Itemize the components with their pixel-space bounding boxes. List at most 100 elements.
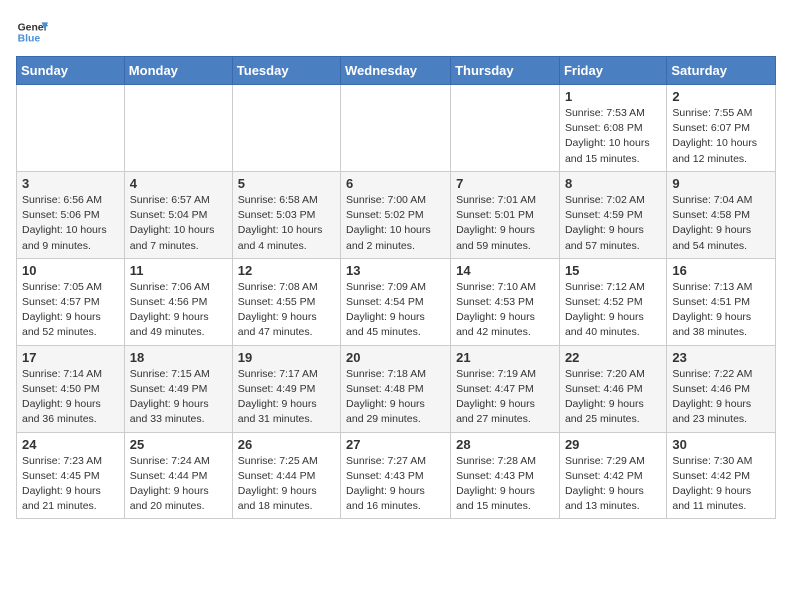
calendar-cell: 26 Sunrise: 7:25 AM Sunset: 4:44 PM Dayli… <box>232 432 340 519</box>
calendar-cell: 29Sunrise: 7:29 AM Sunset: 4:42 PM Dayli… <box>559 432 666 519</box>
day-number: 24 <box>22 437 119 452</box>
day-info: Sunrise: 7:55 AM Sunset: 6:07 PM Dayligh… <box>672 106 770 167</box>
day-info: Sunrise: 6:56 AM Sunset: 5:06 PM Dayligh… <box>22 193 119 254</box>
day-number: 5 <box>238 176 335 191</box>
day-number: 28 <box>456 437 554 452</box>
day-number: 21 <box>456 350 554 365</box>
day-info: Sunrise: 7:25 AM Sunset: 4:44 PM Dayligh… <box>238 454 335 515</box>
calendar-week-row: 24 Sunrise: 7:23 AM Sunset: 4:45 PM Dayli… <box>17 432 776 519</box>
page-header: General Blue <box>16 16 776 48</box>
calendar-cell: 14Sunrise: 7:10 AM Sunset: 4:53 PM Dayli… <box>451 258 560 345</box>
day-number: 18 <box>130 350 227 365</box>
calendar-cell: 3 Sunrise: 6:56 AM Sunset: 5:06 PM Daylig… <box>17 171 125 258</box>
day-info: Sunrise: 6:58 AM Sunset: 5:03 PM Dayligh… <box>238 193 335 254</box>
calendar-cell: 6Sunrise: 7:00 AM Sunset: 5:02 PM Daylig… <box>341 171 451 258</box>
day-info: Sunrise: 7:22 AM Sunset: 4:46 PM Dayligh… <box>672 367 770 428</box>
day-info: Sunrise: 7:10 AM Sunset: 4:53 PM Dayligh… <box>456 280 554 341</box>
calendar-cell: 24 Sunrise: 7:23 AM Sunset: 4:45 PM Dayli… <box>17 432 125 519</box>
day-info: Sunrise: 7:12 AM Sunset: 4:52 PM Dayligh… <box>565 280 661 341</box>
calendar-table: SundayMondayTuesdayWednesdayThursdayFrid… <box>16 56 776 519</box>
day-number: 13 <box>346 263 445 278</box>
calendar-cell <box>17 85 125 172</box>
day-info: Sunrise: 7:17 AM Sunset: 4:49 PM Dayligh… <box>238 367 335 428</box>
day-number: 9 <box>672 176 770 191</box>
calendar-cell: 5 Sunrise: 6:58 AM Sunset: 5:03 PM Daylig… <box>232 171 340 258</box>
day-number: 2 <box>672 89 770 104</box>
day-info: Sunrise: 7:18 AM Sunset: 4:48 PM Dayligh… <box>346 367 445 428</box>
day-number: 22 <box>565 350 661 365</box>
calendar-week-row: 17 Sunrise: 7:14 AM Sunset: 4:50 PM Dayli… <box>17 345 776 432</box>
day-number: 30 <box>672 437 770 452</box>
day-number: 26 <box>238 437 335 452</box>
calendar-week-row: 1 Sunrise: 7:53 AM Sunset: 6:08 PM Daylig… <box>17 85 776 172</box>
day-info: Sunrise: 7:23 AM Sunset: 4:45 PM Dayligh… <box>22 454 119 515</box>
calendar-cell <box>232 85 340 172</box>
day-info: Sunrise: 7:06 AM Sunset: 4:56 PM Dayligh… <box>130 280 227 341</box>
calendar-cell: 30 Sunrise: 7:30 AM Sunset: 4:42 PM Dayli… <box>667 432 776 519</box>
day-number: 4 <box>130 176 227 191</box>
calendar-cell: 10 Sunrise: 7:05 AM Sunset: 4:57 PM Dayli… <box>17 258 125 345</box>
day-info: Sunrise: 7:24 AM Sunset: 4:44 PM Dayligh… <box>130 454 227 515</box>
calendar-cell: 16 Sunrise: 7:13 AM Sunset: 4:51 PM Dayli… <box>667 258 776 345</box>
day-info: Sunrise: 7:53 AM Sunset: 6:08 PM Dayligh… <box>565 106 661 167</box>
calendar-cell: 27 Sunrise: 7:27 AM Sunset: 4:43 PM Dayli… <box>341 432 451 519</box>
day-number: 6 <box>346 176 445 191</box>
day-info: Sunrise: 7:15 AM Sunset: 4:49 PM Dayligh… <box>130 367 227 428</box>
day-info: Sunrise: 7:04 AM Sunset: 4:58 PM Dayligh… <box>672 193 770 254</box>
day-number: 12 <box>238 263 335 278</box>
day-number: 16 <box>672 263 770 278</box>
logo-icon: General Blue <box>16 16 48 48</box>
calendar-cell: 7 Sunrise: 7:01 AM Sunset: 5:01 PM Daylig… <box>451 171 560 258</box>
calendar-cell: 13 Sunrise: 7:09 AM Sunset: 4:54 PM Dayli… <box>341 258 451 345</box>
day-number: 7 <box>456 176 554 191</box>
day-number: 15 <box>565 263 661 278</box>
day-number: 23 <box>672 350 770 365</box>
calendar-cell: 15 Sunrise: 7:12 AM Sunset: 4:52 PM Dayli… <box>559 258 666 345</box>
calendar-cell: 25 Sunrise: 7:24 AM Sunset: 4:44 PM Dayli… <box>124 432 232 519</box>
day-number: 3 <box>22 176 119 191</box>
calendar-cell: 8 Sunrise: 7:02 AM Sunset: 4:59 PM Daylig… <box>559 171 666 258</box>
day-info: Sunrise: 7:09 AM Sunset: 4:54 PM Dayligh… <box>346 280 445 341</box>
day-info: Sunrise: 7:27 AM Sunset: 4:43 PM Dayligh… <box>346 454 445 515</box>
weekday-header-sunday: Sunday <box>17 57 125 85</box>
weekday-header-wednesday: Wednesday <box>341 57 451 85</box>
day-info: Sunrise: 6:57 AM Sunset: 5:04 PM Dayligh… <box>130 193 227 254</box>
day-number: 8 <box>565 176 661 191</box>
calendar-cell <box>451 85 560 172</box>
day-info: Sunrise: 7:30 AM Sunset: 4:42 PM Dayligh… <box>672 454 770 515</box>
calendar-cell: 19Sunrise: 7:17 AM Sunset: 4:49 PM Dayli… <box>232 345 340 432</box>
day-info: Sunrise: 7:01 AM Sunset: 5:01 PM Dayligh… <box>456 193 554 254</box>
day-info: Sunrise: 7:05 AM Sunset: 4:57 PM Dayligh… <box>22 280 119 341</box>
day-info: Sunrise: 7:13 AM Sunset: 4:51 PM Dayligh… <box>672 280 770 341</box>
day-info: Sunrise: 7:02 AM Sunset: 4:59 PM Dayligh… <box>565 193 661 254</box>
weekday-header-saturday: Saturday <box>667 57 776 85</box>
calendar-cell: 11 Sunrise: 7:06 AM Sunset: 4:56 PM Dayli… <box>124 258 232 345</box>
calendar-cell <box>341 85 451 172</box>
day-info: Sunrise: 7:14 AM Sunset: 4:50 PM Dayligh… <box>22 367 119 428</box>
calendar-week-row: 10 Sunrise: 7:05 AM Sunset: 4:57 PM Dayli… <box>17 258 776 345</box>
day-number: 17 <box>22 350 119 365</box>
calendar-cell: 18 Sunrise: 7:15 AM Sunset: 4:49 PM Dayli… <box>124 345 232 432</box>
day-info: Sunrise: 7:28 AM Sunset: 4:43 PM Dayligh… <box>456 454 554 515</box>
calendar-cell: 17 Sunrise: 7:14 AM Sunset: 4:50 PM Dayli… <box>17 345 125 432</box>
weekday-header-row: SundayMondayTuesdayWednesdayThursdayFrid… <box>17 57 776 85</box>
day-number: 10 <box>22 263 119 278</box>
day-number: 20 <box>346 350 445 365</box>
weekday-header-tuesday: Tuesday <box>232 57 340 85</box>
calendar-cell: 20 Sunrise: 7:18 AM Sunset: 4:48 PM Dayli… <box>341 345 451 432</box>
day-number: 25 <box>130 437 227 452</box>
calendar-cell: 12 Sunrise: 7:08 AM Sunset: 4:55 PM Dayli… <box>232 258 340 345</box>
day-number: 27 <box>346 437 445 452</box>
day-number: 11 <box>130 263 227 278</box>
day-info: Sunrise: 7:20 AM Sunset: 4:46 PM Dayligh… <box>565 367 661 428</box>
calendar-cell: 28 Sunrise: 7:28 AM Sunset: 4:43 PM Dayli… <box>451 432 560 519</box>
day-info: Sunrise: 7:08 AM Sunset: 4:55 PM Dayligh… <box>238 280 335 341</box>
day-number: 1 <box>565 89 661 104</box>
calendar-week-row: 3 Sunrise: 6:56 AM Sunset: 5:06 PM Daylig… <box>17 171 776 258</box>
day-number: 29 <box>565 437 661 452</box>
calendar-cell: 23 Sunrise: 7:22 AM Sunset: 4:46 PM Dayli… <box>667 345 776 432</box>
calendar-cell: 21 Sunrise: 7:19 AM Sunset: 4:47 PM Dayli… <box>451 345 560 432</box>
day-info: Sunrise: 7:19 AM Sunset: 4:47 PM Dayligh… <box>456 367 554 428</box>
calendar-cell: 1 Sunrise: 7:53 AM Sunset: 6:08 PM Daylig… <box>559 85 666 172</box>
calendar-cell: 4 Sunrise: 6:57 AM Sunset: 5:04 PM Daylig… <box>124 171 232 258</box>
